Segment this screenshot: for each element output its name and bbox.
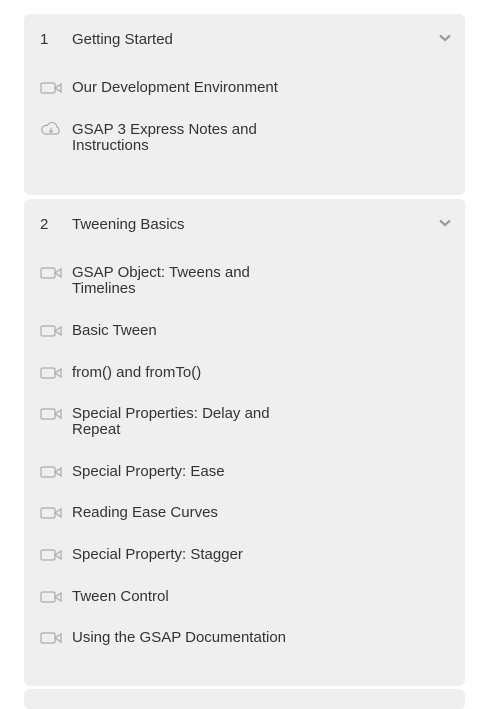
video-icon [40, 507, 62, 519]
lesson-label: from() and fromTo() [72, 364, 202, 381]
lesson-label: Using the GSAP Documentation [72, 629, 287, 646]
video-icon [40, 549, 62, 561]
lesson-label: Reading Ease Curves [72, 504, 218, 521]
lesson-item[interactable]: Using the GSAP Documentation [24, 630, 465, 646]
video-icon [40, 466, 62, 478]
lesson-item[interactable]: Special Property: Stagger [24, 547, 465, 563]
chevron-down-icon[interactable] [439, 34, 451, 42]
lesson-label: Basic Tween [72, 322, 157, 339]
lesson-item[interactable]: GSAP 3 Express Notes and Instructions [24, 122, 465, 154]
video-icon [40, 408, 62, 420]
lesson-item[interactable]: from() and fromTo() [24, 365, 465, 381]
video-icon [40, 325, 62, 337]
lesson-item[interactable]: Special Properties: Delay and Repeat [24, 406, 465, 438]
video-icon [40, 367, 62, 379]
section-header[interactable]: 2 Tweening Basics [24, 199, 465, 251]
video-icon [40, 632, 62, 644]
lesson-item[interactable]: GSAP Object: Tweens and Timelines [24, 265, 465, 297]
lesson-item[interactable]: Our Development Environment [24, 80, 465, 96]
chevron-down-icon[interactable] [439, 219, 451, 227]
lesson-label: GSAP Object: Tweens and Timelines [72, 264, 250, 297]
lesson-item[interactable]: Reading Ease Curves [24, 505, 465, 521]
lesson-item[interactable]: Special Property: Ease [24, 464, 465, 480]
lesson-label: Special Property: Ease [72, 463, 225, 480]
section-number: 1 [40, 31, 49, 48]
lesson-item[interactable]: Tween Control [24, 589, 465, 605]
section-number: 2 [40, 216, 49, 233]
section-tweening-basics: 2 Tweening Basics GSAP Object: Tweens an… [24, 199, 465, 686]
section-getting-started: 1 Getting Started Our Development Enviro… [24, 14, 465, 195]
section-title: Getting Started [72, 31, 173, 48]
lesson-label: Our Development Environment [72, 79, 278, 96]
section-title: Tweening Basics [72, 216, 185, 233]
video-icon [40, 82, 62, 94]
lesson-label: GSAP 3 Express Notes and Instructions [72, 121, 257, 154]
lesson-label: Tween Control [72, 588, 169, 605]
video-icon [40, 267, 62, 279]
lesson-item[interactable]: Basic Tween [24, 323, 465, 339]
section-next [24, 689, 465, 709]
cloud-download-icon [41, 122, 60, 135]
section-header[interactable]: 1 Getting Started [24, 14, 465, 66]
video-icon [40, 591, 62, 603]
lesson-label: Special Properties: Delay and Repeat [72, 405, 270, 438]
lesson-label: Special Property: Stagger [72, 546, 243, 563]
